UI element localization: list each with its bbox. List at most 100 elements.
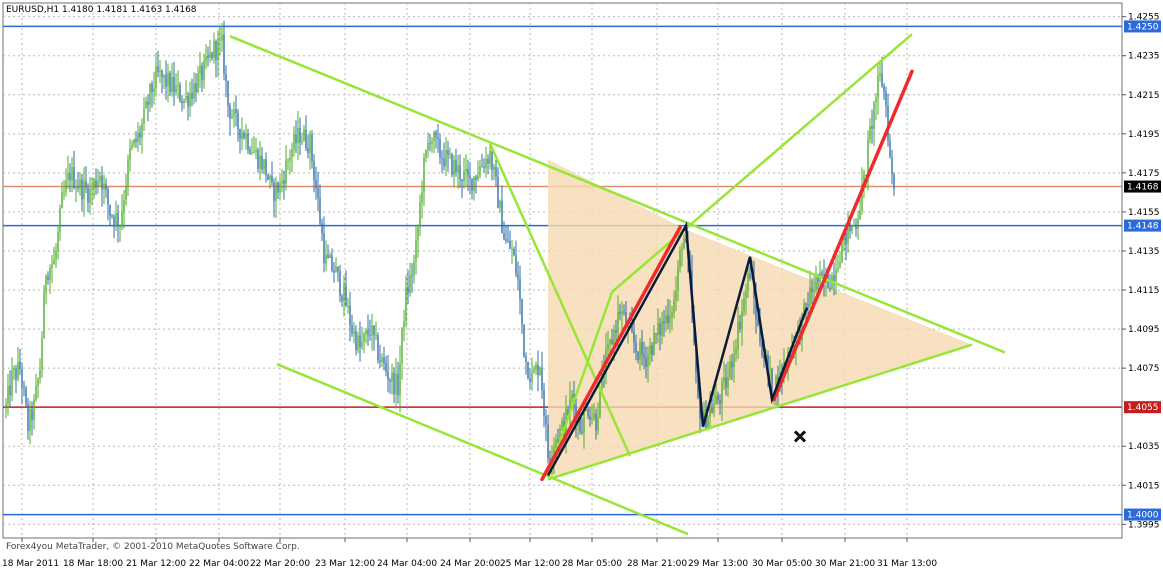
candle-body <box>525 356 527 362</box>
candle-body <box>173 77 175 93</box>
candle-body <box>633 331 635 343</box>
candle-body <box>177 84 179 86</box>
candle-body <box>623 311 625 313</box>
candle-body <box>445 150 447 167</box>
candle-body <box>375 335 377 336</box>
candle-body <box>361 341 363 348</box>
candle-body <box>191 92 193 99</box>
candle-body <box>413 261 415 277</box>
time-tick-label: 22 Mar 20:00 <box>250 559 310 569</box>
candle-body <box>345 285 347 306</box>
candle-body <box>283 180 285 185</box>
candle-body <box>545 416 547 425</box>
candle-body <box>297 128 299 144</box>
candle-body <box>645 357 647 367</box>
candle-body <box>37 379 39 387</box>
time-tick-label: 28 Mar 21:00 <box>627 559 687 569</box>
candle-body <box>51 264 53 269</box>
candle-body <box>213 41 215 58</box>
candle-body <box>661 321 663 336</box>
candle-body <box>189 92 191 107</box>
price-tick-label: 1.4235 <box>1128 52 1160 62</box>
candle-body <box>459 165 461 180</box>
candle-body <box>293 134 295 150</box>
candle-body <box>355 330 357 350</box>
candle-body <box>837 268 839 271</box>
candle-body <box>277 182 279 193</box>
candle-body <box>359 335 361 347</box>
candle-body <box>879 73 881 76</box>
candle-body <box>489 151 491 164</box>
candle-body <box>353 330 355 334</box>
candle-body <box>461 179 463 182</box>
candle-body <box>187 96 189 107</box>
candle-body <box>807 304 809 306</box>
candle-body <box>77 187 79 189</box>
candle-body <box>503 233 505 240</box>
candle-body <box>287 160 289 162</box>
candle-body <box>131 145 133 148</box>
candle-body <box>73 167 75 188</box>
candle-body <box>129 148 131 160</box>
candle-body <box>597 417 599 431</box>
price-chart[interactable]: 1.42551.42351.42151.41951.41751.41551.41… <box>0 0 1163 570</box>
candle-body <box>339 271 341 297</box>
candle-body <box>65 180 67 192</box>
candle-body <box>127 159 129 187</box>
candle-body <box>25 388 27 405</box>
candle-body <box>673 300 675 313</box>
candle-body <box>119 226 121 228</box>
candle-body <box>497 176 499 208</box>
candle-body <box>57 231 59 252</box>
candle-body <box>681 249 683 251</box>
candle-body <box>221 34 223 40</box>
price-tick-label: 1.4135 <box>1128 247 1160 257</box>
candle-body <box>431 140 433 144</box>
price-tick-label: 1.4015 <box>1128 481 1160 491</box>
chart-window[interactable]: 1.4255 1.4235 1.4215 1.4195 1.4175 1.4155 1.41… <box>0 0 1163 570</box>
candle-body <box>241 132 243 139</box>
candle-body <box>719 400 721 404</box>
candle-body <box>485 158 487 168</box>
candle-body <box>205 55 207 61</box>
candle-body <box>5 403 7 408</box>
candle-body <box>857 219 859 229</box>
candle-body <box>729 361 731 377</box>
candle-body <box>479 166 481 176</box>
candle-body <box>343 285 345 302</box>
time-tick-label: 22 Mar 04:00 <box>189 559 249 569</box>
candle-body <box>83 181 85 200</box>
candle-body <box>875 97 877 103</box>
candle-body <box>247 133 249 150</box>
candle-body <box>653 333 655 356</box>
candle-body <box>883 85 885 92</box>
candle-body <box>95 180 97 188</box>
candle-body <box>49 268 51 280</box>
candle-body <box>147 101 149 105</box>
candle-body <box>401 327 403 363</box>
candle-body <box>167 72 169 87</box>
candle-body <box>157 66 159 72</box>
candle-body <box>407 286 409 293</box>
candle-body <box>737 321 739 350</box>
candle-body <box>331 255 333 271</box>
candle-body <box>203 60 205 81</box>
candle-body <box>91 188 93 190</box>
candle-body <box>231 116 233 119</box>
candle-body <box>265 159 267 175</box>
candle-body <box>335 266 337 273</box>
candle-body <box>587 409 589 417</box>
candle-body <box>477 175 479 180</box>
candle-body <box>223 34 225 74</box>
candle-body <box>443 158 445 167</box>
candle-body <box>723 377 725 383</box>
price-tick-label: 1.4115 <box>1128 286 1160 296</box>
candle-body <box>721 382 723 404</box>
candle-body <box>325 254 327 264</box>
candle-body <box>333 270 335 273</box>
candle-body <box>381 357 383 362</box>
candle-body <box>135 139 137 142</box>
candle-body <box>869 126 871 141</box>
candle-body <box>621 311 623 314</box>
candle-body <box>271 175 273 183</box>
